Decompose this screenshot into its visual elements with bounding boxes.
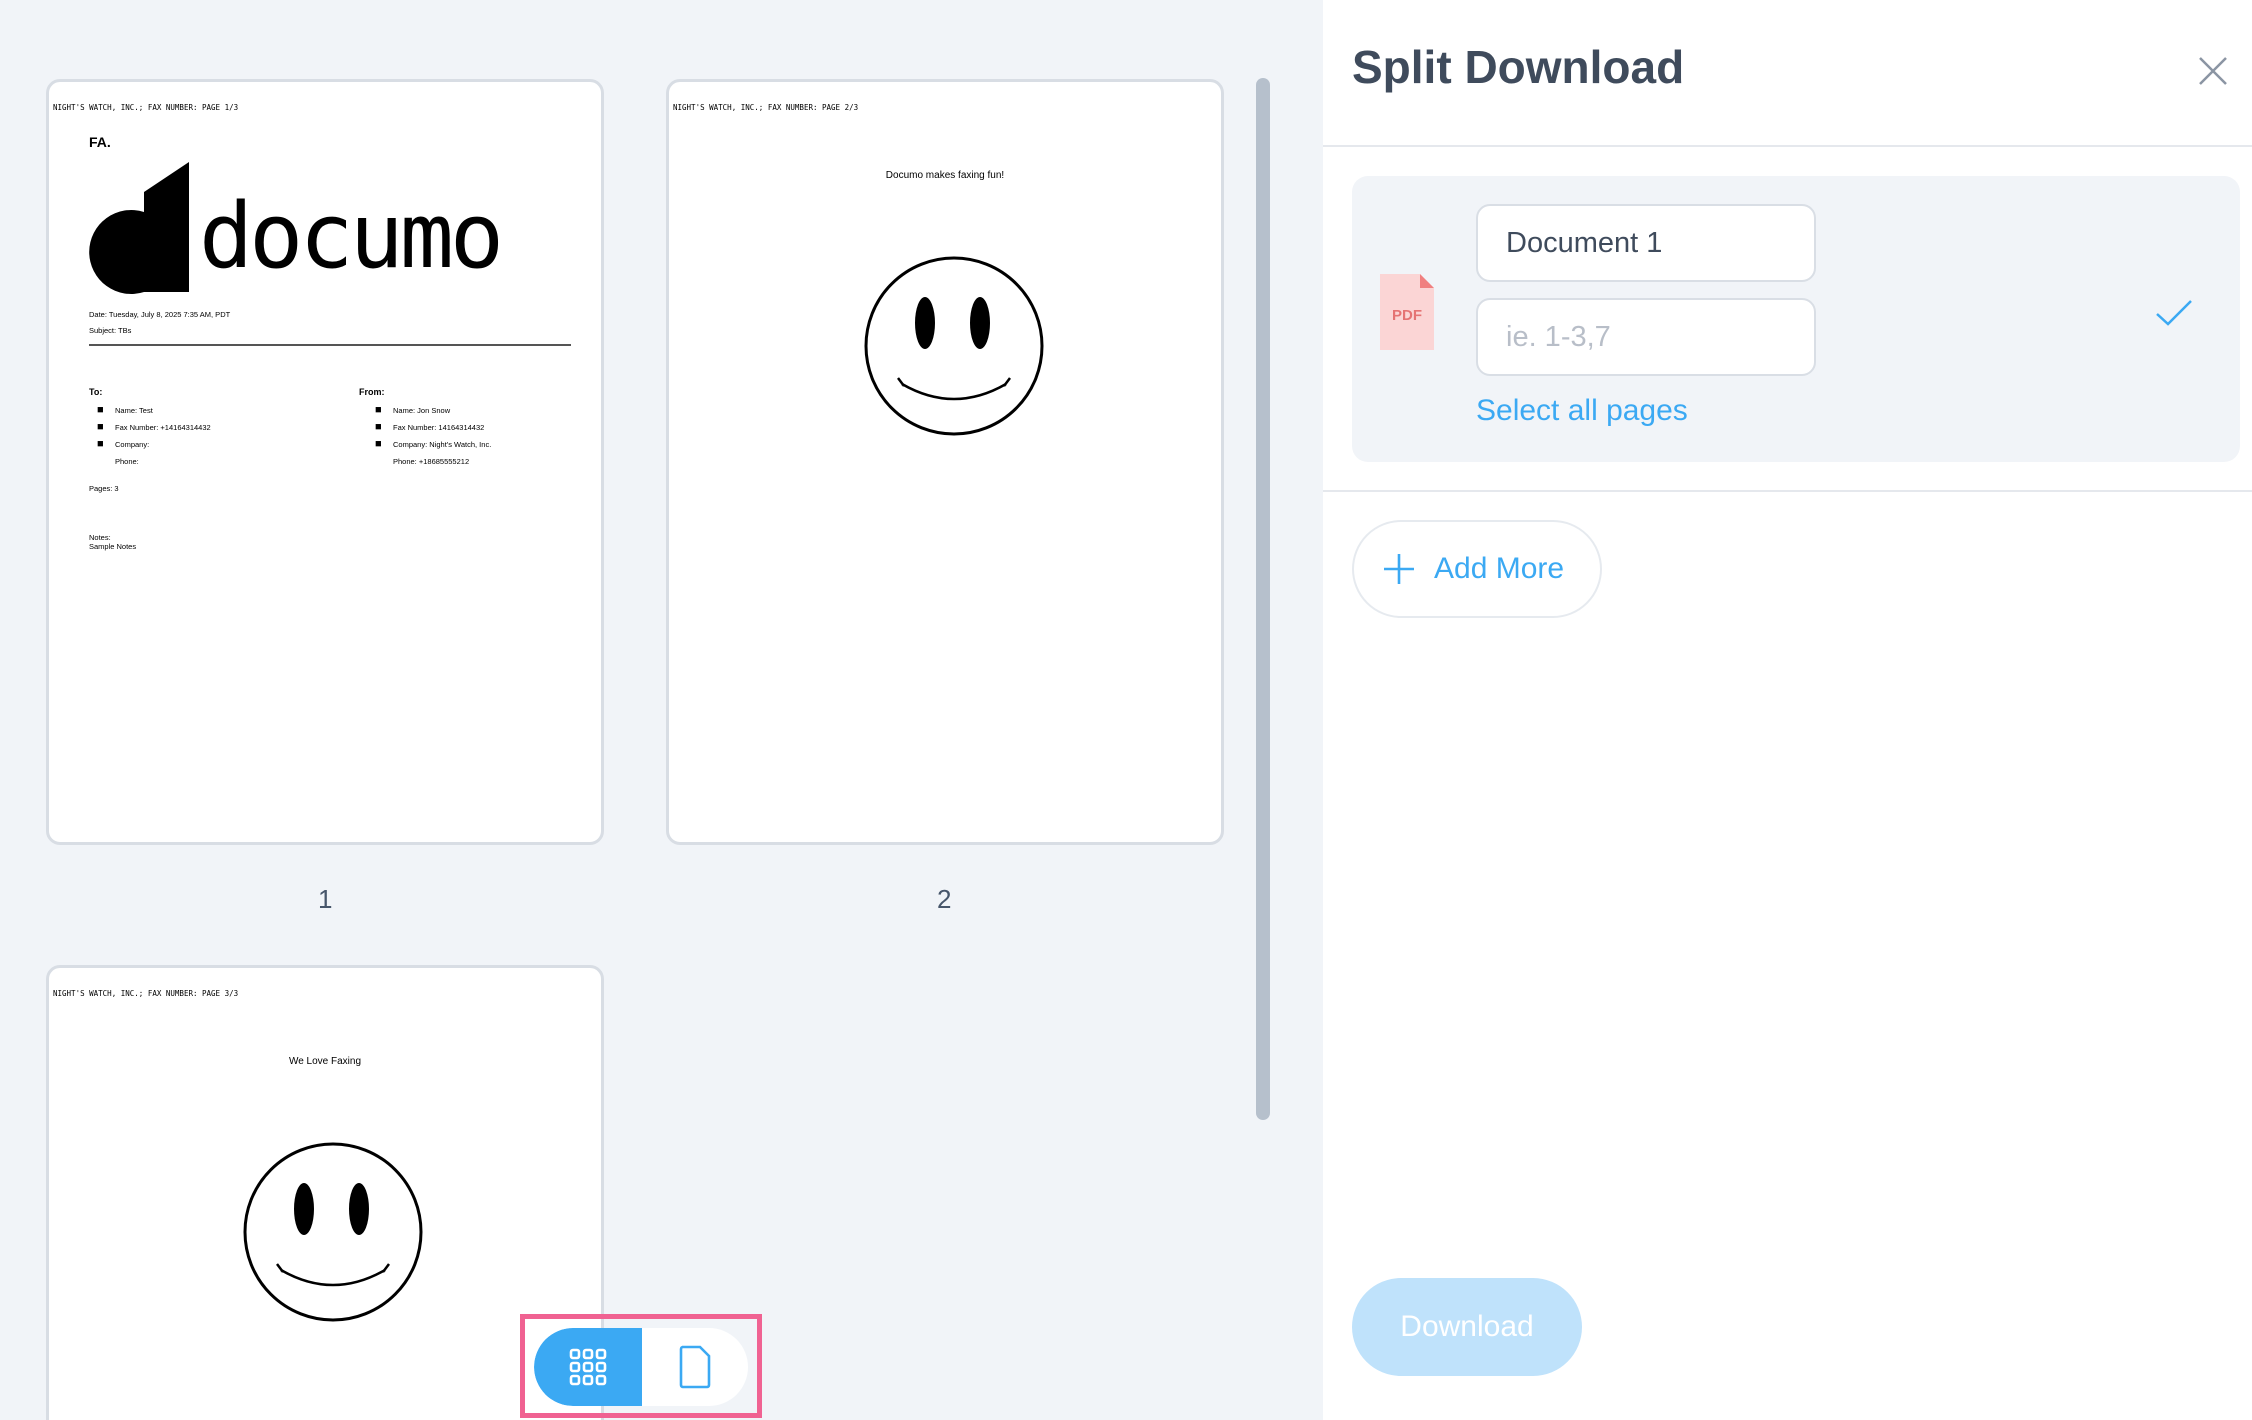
from-fax: Fax Number: 14164314432 [393, 423, 485, 432]
page-message: Documo makes faxing fun! [885, 170, 1005, 181]
header-divider [89, 344, 571, 346]
to-fax: Fax Number: +14164314432 [115, 423, 211, 432]
fax-subject: Subject: TBs [89, 326, 132, 335]
fax-header: NIGHT'S WATCH, INC.; FAX NUMBER: PAGE 3/… [53, 989, 239, 998]
to-label: To: [89, 387, 103, 397]
add-more-label: Add More [1434, 552, 1565, 585]
page-number-1: 1 [318, 884, 333, 914]
from-name: Name: Jon Snow [393, 406, 451, 415]
logo-text: documo [199, 184, 504, 289]
close-icon[interactable] [2196, 54, 2230, 88]
add-more-button[interactable]: Add More [1352, 520, 1602, 618]
fax-title: FA. [89, 134, 111, 150]
notes-label: Notes: [89, 533, 111, 542]
to-company: Company: [115, 440, 150, 449]
panel-divider-middle [1323, 490, 2252, 492]
panel-title: Split Download [1352, 41, 1685, 93]
from-phone: Phone: +18685555212 [393, 457, 470, 466]
fax-icon: ■ [375, 421, 382, 433]
checkmark-icon [2156, 300, 2192, 326]
page-thumbnail-1[interactable]: NIGHT'S WATCH, INC.; FAX NUMBER: PAGE 1/… [46, 79, 604, 845]
pdf-file-icon: PDF [1380, 274, 1434, 350]
pages-count: Pages: 3 [89, 484, 119, 493]
smiley-face-icon [243, 1142, 423, 1322]
document-name-input[interactable]: Document 1 [1476, 204, 1816, 282]
fax-header: NIGHT'S WATCH, INC.; FAX NUMBER: PAGE 2/… [673, 103, 859, 112]
smiley-face-icon [864, 256, 1044, 436]
to-name: Name: Test [115, 406, 153, 415]
page-range-input[interactable]: ie. 1-3,7 [1476, 298, 1816, 376]
svg-text:PDF: PDF [1392, 307, 1422, 324]
fax-date: Date: Tuesday, July 8, 2025 7:35 AM, PDT [89, 310, 231, 319]
page-preview-area: NIGHT'S WATCH, INC.; FAX NUMBER: PAGE 1/… [0, 0, 1322, 1420]
documo-logo-icon [89, 162, 189, 294]
person-icon: ■ [97, 404, 104, 416]
fax-header: NIGHT'S WATCH, INC.; FAX NUMBER: PAGE 1/… [53, 103, 239, 112]
page-message: We Love Faxing [288, 1056, 362, 1067]
toggle-highlight-box [520, 1314, 762, 1418]
building-icon: ■ [97, 438, 104, 450]
from-label: From: [359, 387, 385, 397]
download-button[interactable]: Download [1352, 1278, 1582, 1376]
panel-divider-top [1323, 145, 2252, 147]
page-number-2: 2 [937, 884, 952, 914]
building-icon: ■ [375, 438, 382, 450]
page-thumbnail-2[interactable]: NIGHT'S WATCH, INC.; FAX NUMBER: PAGE 2/… [666, 79, 1224, 845]
fax-icon: ■ [97, 421, 104, 433]
plus-icon [1384, 554, 1414, 584]
to-phone: Phone: [115, 457, 139, 466]
person-icon: ■ [375, 404, 382, 416]
preview-scrollbar[interactable] [1256, 78, 1270, 1120]
select-all-pages-link[interactable]: Select all pages [1476, 394, 1688, 428]
from-company: Company: Night's Watch, Inc. [393, 440, 492, 449]
notes-text: Sample Notes [89, 542, 137, 551]
